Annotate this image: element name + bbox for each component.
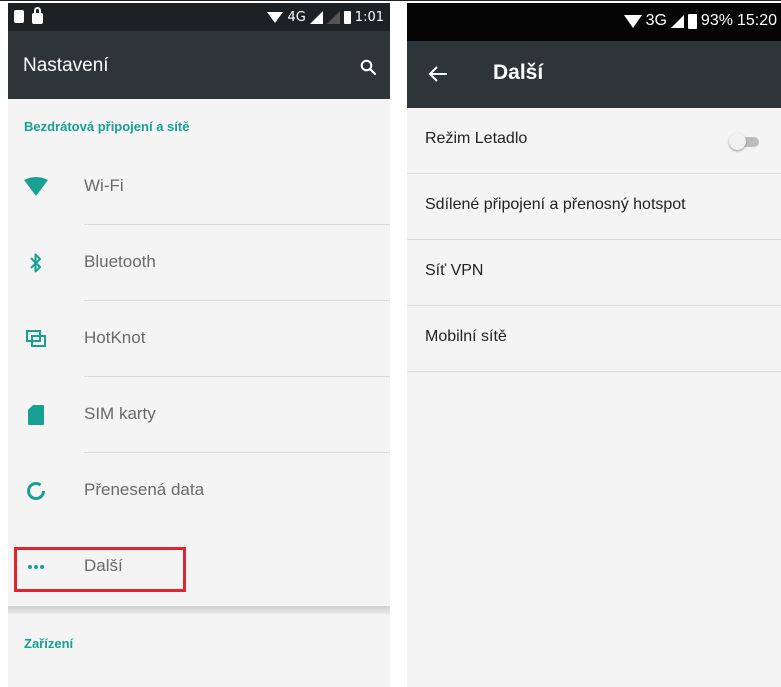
- settings-item-label: Bluetooth: [84, 252, 156, 271]
- signal-icon: [670, 14, 684, 28]
- settings-item-mobile-networks[interactable]: Mobilní sítě: [407, 306, 781, 372]
- lock-icon: [32, 7, 43, 24]
- section-separator: [8, 606, 390, 614]
- status-indicators: 4G 1:01: [267, 8, 384, 26]
- wifi-status-icon: [267, 11, 284, 23]
- signal-icon-2: [326, 10, 340, 24]
- signal-icon: [309, 10, 323, 24]
- settings-item-data-usage[interactable]: Přenesená data: [8, 453, 390, 529]
- settings-item-wifi[interactable]: Wi-Fi: [8, 149, 390, 225]
- highlight-box: [14, 547, 186, 592]
- clock: 1:01: [354, 9, 384, 25]
- page-title: Další: [493, 61, 544, 84]
- settings-item-vpn[interactable]: Síť VPN: [407, 240, 781, 306]
- settings-item-label: Režim Letadlo: [425, 130, 528, 147]
- settings-item-hotknot[interactable]: HotKnot: [8, 301, 390, 377]
- section-header-wireless: Bezdrátová připojení a sítě: [24, 119, 190, 134]
- network-type: 4G: [287, 9, 306, 25]
- clock: 15:20: [736, 12, 777, 29]
- settings-item-tethering[interactable]: Sdílené připojení a přenosný hotspot: [407, 174, 781, 240]
- settings-item-label: Přenesená data: [84, 480, 205, 499]
- settings-item-sim[interactable]: SIM karty: [8, 377, 390, 453]
- settings-item-label: Síť VPN: [425, 262, 484, 279]
- settings-item-airplane-mode[interactable]: Režim Letadlo: [407, 108, 781, 174]
- data-usage-icon: [24, 479, 48, 503]
- battery-icon: [687, 13, 697, 29]
- top-border: [0, 0, 781, 1]
- network-type: 3G: [645, 12, 667, 29]
- settings-item-label: Sdílené připojení a přenosný hotspot: [425, 196, 686, 213]
- wifi-status-icon: [623, 14, 642, 28]
- divider: [407, 371, 781, 372]
- settings-item-bluetooth[interactable]: Bluetooth: [8, 225, 390, 301]
- settings-item-label: Mobilní sítě: [425, 328, 507, 345]
- arrow-back-icon[interactable]: [427, 63, 449, 85]
- notification-icon: [14, 10, 24, 23]
- airplane-mode-toggle[interactable]: [729, 133, 759, 150]
- toggle-thumb: [729, 133, 746, 150]
- battery-icon: [343, 10, 351, 24]
- section-header-device: Zařízení: [24, 636, 74, 651]
- wifi-icon: [24, 175, 48, 199]
- settings-item-label: HotKnot: [84, 328, 146, 347]
- app-bar: Další: [407, 41, 781, 108]
- settings-screen: 4G 1:01 Nastavení Bezdrátová připojení a…: [8, 3, 390, 687]
- settings-item-label: SIM karty: [84, 404, 156, 423]
- battery-percent: 93%: [700, 12, 733, 29]
- bluetooth-icon: [24, 251, 48, 275]
- status-indicators: 3G 93% 15:20: [623, 11, 777, 31]
- app-bar: Nastavení: [8, 31, 390, 99]
- page-title: Nastavení: [23, 55, 109, 76]
- sim-card-icon: [24, 403, 48, 427]
- status-bar: 3G 93% 15:20: [407, 3, 781, 41]
- screenshot-composite: 4G 1:01 Nastavení Bezdrátová připojení a…: [0, 0, 781, 687]
- more-settings-screen: 3G 93% 15:20 Další Režim Letadlo Sdílené…: [407, 3, 781, 687]
- hotknot-icon: [24, 327, 48, 351]
- status-bar: 4G 1:01: [8, 3, 390, 31]
- search-icon[interactable]: [360, 59, 376, 75]
- settings-item-label: Wi-Fi: [84, 176, 124, 195]
